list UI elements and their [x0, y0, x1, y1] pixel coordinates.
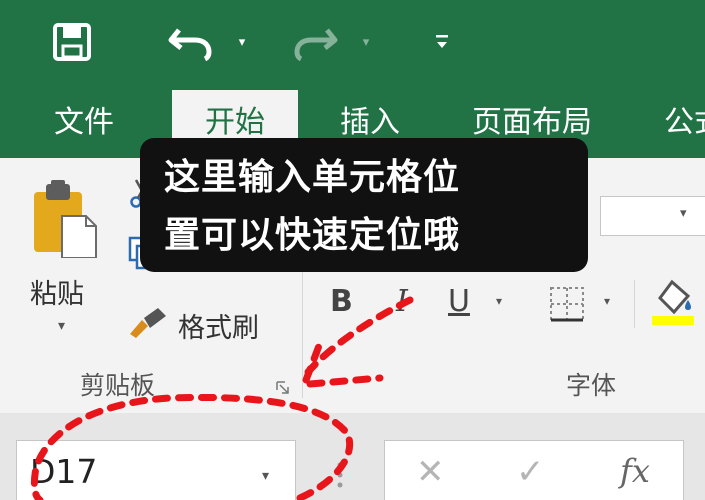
- borders-dropdown-icon[interactable]: ▾: [604, 294, 610, 308]
- underline-button[interactable]: U: [448, 284, 470, 319]
- save-icon[interactable]: [50, 22, 94, 62]
- customize-quick-access-icon[interactable]: [430, 28, 454, 56]
- undo-icon[interactable]: [166, 22, 216, 62]
- format-painter-label[interactable]: 格式刷: [178, 306, 259, 345]
- clipboard-launcher-icon[interactable]: [276, 380, 290, 394]
- clipboard-group-label: 剪贴板: [80, 371, 156, 400]
- undo-dropdown-icon[interactable]: ▾: [230, 30, 254, 54]
- redo-dropdown-icon[interactable]: ▾: [354, 30, 378, 54]
- callout-text-line-1: 这里输入单元格位: [164, 157, 461, 198]
- underline-dropdown-icon[interactable]: ▾: [496, 294, 502, 308]
- format-painter-icon[interactable]: [128, 306, 168, 338]
- italic-button[interactable]: I: [396, 284, 408, 319]
- paste-button-label[interactable]: 粘贴: [30, 272, 84, 311]
- name-box-dropdown-icon[interactable]: ▾: [262, 468, 269, 484]
- bold-button[interactable]: B: [330, 284, 353, 319]
- paste-dropdown-icon[interactable]: ▾: [58, 318, 65, 334]
- font-divider: [634, 280, 635, 328]
- name-box-value[interactable]: D17: [30, 452, 97, 491]
- font-group-label: 字体: [566, 371, 617, 400]
- font-size-field[interactable]: [600, 196, 705, 236]
- enter-icon[interactable]: ✓: [516, 452, 545, 492]
- fill-color-icon[interactable]: [650, 276, 696, 326]
- insert-function-button[interactable]: fx: [620, 452, 650, 490]
- callout-text-line-2: 置可以快速定位哦: [164, 215, 461, 256]
- cancel-icon[interactable]: ✕: [416, 452, 445, 492]
- borders-icon[interactable]: [548, 285, 586, 323]
- redo-icon[interactable]: [290, 22, 340, 62]
- tab-formulas[interactable]: 公式: [664, 90, 705, 158]
- paste-icon[interactable]: [32, 180, 98, 259]
- formula-bar-grip-icon[interactable]: [336, 460, 344, 490]
- font-size-dropdown-icon[interactable]: ▾: [680, 206, 687, 221]
- title-bar: [0, 0, 705, 90]
- tab-file[interactable]: 文件: [44, 90, 124, 158]
